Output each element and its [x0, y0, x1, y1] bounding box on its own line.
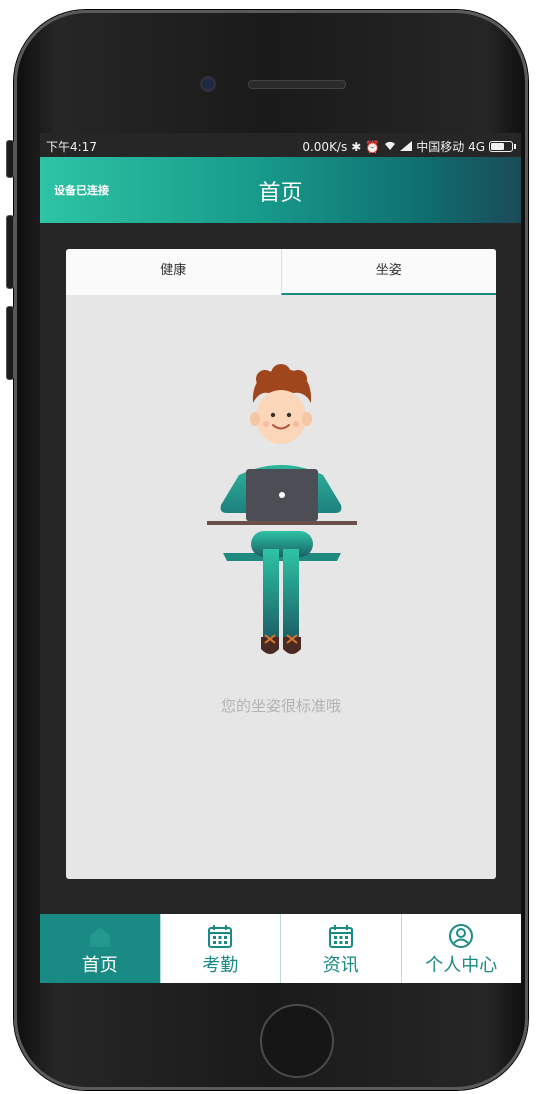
- calendar-icon: [208, 925, 233, 948]
- front-camera-icon: [200, 76, 216, 92]
- posture-status-message: 您的坐姿很标准哦: [220, 697, 341, 715]
- nav-profile-label: 个人中心: [425, 955, 498, 976]
- nav-news[interactable]: 资讯: [280, 914, 401, 983]
- wifi-icon: [384, 140, 396, 154]
- bluetooth-icon: ✱: [351, 139, 362, 154]
- page-title: 首页: [258, 181, 303, 206]
- app-screen: 下午4:17 0.00K/s ✱ ⏰ 中国移动 4G 设备已连接 首页 健康 坐…: [40, 133, 521, 983]
- sitting-person-illustration: [207, 364, 357, 654]
- volume-down-button: [6, 306, 14, 380]
- earpiece-speaker: [248, 80, 346, 89]
- tab-bar: 健康 坐姿: [66, 249, 496, 295]
- home-button[interactable]: [260, 1004, 334, 1078]
- home-icon: [89, 927, 110, 947]
- bottom-navigation: 首页 考勤 资讯 个人中心: [40, 914, 521, 983]
- nav-profile[interactable]: 个人中心: [400, 914, 522, 983]
- nav-home-label: 首页: [81, 955, 118, 976]
- calendar-icon: [328, 925, 353, 948]
- battery-icon: [489, 141, 516, 152]
- tab-health[interactable]: 健康: [66, 249, 281, 295]
- network-speed: 0.00K/s: [302, 139, 348, 154]
- volume-up-button: [6, 215, 14, 289]
- status-time: 下午4:17: [46, 140, 97, 154]
- app-header: 设备已连接 首页: [40, 157, 521, 223]
- status-bar: 下午4:17 0.00K/s ✱ ⏰ 中国移动 4G: [40, 133, 521, 157]
- tab-posture[interactable]: 坐姿: [280, 249, 496, 295]
- posture-card: 健康 坐姿 您的坐姿很标准哦: [66, 249, 496, 879]
- signal-icon: [400, 140, 413, 154]
- nav-attendance-label: 考勤: [202, 955, 239, 976]
- mute-switch: [6, 140, 14, 178]
- status-right: 0.00K/s ✱ ⏰ 中国移动 4G: [302, 138, 516, 155]
- nav-home[interactable]: 首页: [40, 914, 160, 983]
- nav-news-label: 资讯: [322, 955, 359, 976]
- nav-attendance[interactable]: 考勤: [159, 914, 281, 983]
- alarm-icon: ⏰: [365, 139, 381, 154]
- user-icon: [449, 924, 474, 948]
- carrier-label: 中国移动 4G: [416, 140, 485, 154]
